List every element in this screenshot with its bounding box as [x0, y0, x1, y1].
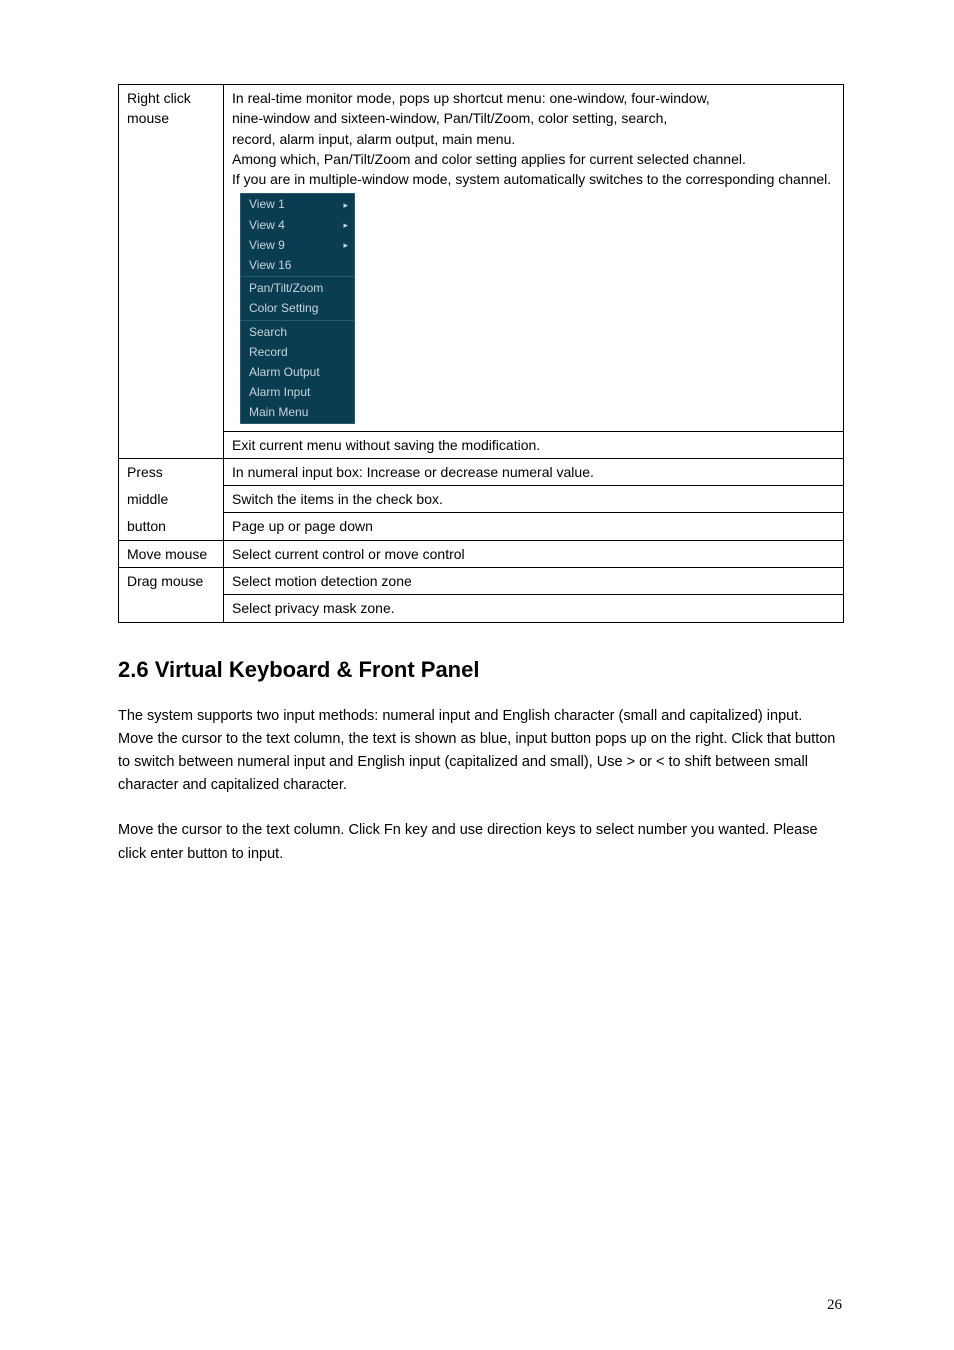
desc-line-4: If you are in multiple-window mode, syst…: [232, 171, 831, 187]
menu-label: Color Setting: [249, 300, 318, 316]
cell-drag-mouse-desc1: Select motion detection zone: [224, 568, 844, 595]
desc-line-0: In real-time monitor mode, pops up short…: [232, 90, 710, 106]
page-number: 26: [827, 1297, 842, 1314]
menu-item-alarm-input[interactable]: Alarm Input: [241, 382, 354, 402]
menu-item-record[interactable]: Record: [241, 342, 354, 362]
menu-label: Alarm Input: [249, 384, 310, 400]
desc-line-2: record, alarm input, alarm output, main …: [232, 131, 515, 147]
cell-move-mouse-desc: Select current control or move control: [224, 540, 844, 567]
cell-middle-desc: Switch the items in the check box.: [224, 486, 844, 513]
chevron-right-icon: ▸: [343, 219, 348, 231]
section-heading: 2.6 Virtual Keyboard & Front Panel: [118, 657, 844, 683]
section-para-1: The system supports two input methods: n…: [118, 705, 844, 798]
menu-item-alarm-output[interactable]: Alarm Output: [241, 362, 354, 382]
section-para-2: Move the cursor to the text column. Clic…: [118, 819, 844, 865]
menu-item-main-menu[interactable]: Main Menu: [241, 402, 354, 422]
menu-separator: [241, 276, 354, 277]
menu-item-color-setting[interactable]: Color Setting: [241, 298, 354, 318]
desc-line-3: Among which, Pan/Tilt/Zoom and color set…: [232, 151, 746, 167]
para1b-text: Move the cursor to the text column, the …: [118, 731, 835, 793]
menu-label: Alarm Output: [249, 364, 320, 380]
menu-item-view16[interactable]: View 16: [241, 255, 354, 275]
chevron-right-icon: ▸: [343, 239, 348, 251]
context-menu: View 1 ▸ View 4 ▸ View 9 ▸ View 16: [240, 193, 355, 423]
menu-label: Record: [249, 344, 288, 360]
cell-drag-mouse-desc2: Select privacy mask zone.: [224, 595, 844, 622]
cell-exit-menu: Exit current menu without saving the mod…: [224, 431, 844, 458]
cell-middle-label: middle: [119, 486, 224, 513]
cell-move-mouse-label: Move mouse: [119, 540, 224, 567]
cell-button-label: button: [119, 513, 224, 540]
mouse-functions-table: Right click mouse In real-time monitor m…: [118, 84, 844, 623]
desc-line-1: nine-window and sixteen-window, Pan/Tilt…: [232, 110, 667, 126]
menu-item-view1[interactable]: View 1 ▸: [241, 194, 354, 214]
menu-label: View 1: [249, 196, 285, 212]
cell-drag-mouse-label: Drag mouse: [119, 568, 224, 623]
menu-label: Main Menu: [249, 404, 308, 420]
menu-label: Pan/Tilt/Zoom: [249, 280, 323, 296]
menu-item-view9[interactable]: View 9 ▸: [241, 235, 354, 255]
menu-label: View 16: [249, 257, 291, 273]
cell-press-label: Press: [119, 458, 224, 485]
menu-item-ptz[interactable]: Pan/Tilt/Zoom: [241, 278, 354, 298]
menu-item-search[interactable]: Search: [241, 322, 354, 342]
para1-text: The system supports two input methods: n…: [118, 708, 802, 724]
cell-press-desc: In numeral input box: Increase or decrea…: [224, 458, 844, 485]
menu-separator: [241, 320, 354, 321]
cell-right-click-label: Right click mouse: [119, 85, 224, 459]
chevron-right-icon: ▸: [343, 199, 348, 211]
menu-item-view4[interactable]: View 4 ▸: [241, 215, 354, 235]
menu-label: Search: [249, 324, 287, 340]
menu-label: View 4: [249, 217, 285, 233]
cell-button-desc: Page up or page down: [224, 513, 844, 540]
menu-label: View 9: [249, 237, 285, 253]
cell-right-click-desc: In real-time monitor mode, pops up short…: [224, 85, 844, 432]
